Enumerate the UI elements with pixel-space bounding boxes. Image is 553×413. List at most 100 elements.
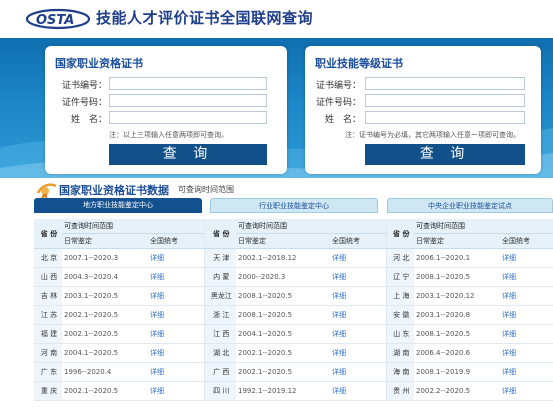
certificate-number-input[interactable] <box>109 77 267 90</box>
table-row: 北 京 2007.1--2020.3 详细天 津 2002.1--2018.12 详细河… <box>34 248 553 268</box>
detail-link[interactable]: 详细 <box>330 362 387 382</box>
province-cell: 浙 江 <box>204 305 236 325</box>
province-cell: 天 津 <box>204 248 236 268</box>
national-exam-header: 全国统考 <box>148 233 205 249</box>
detail-link[interactable]: 详细 <box>500 305 553 325</box>
detail-link[interactable]: 详细 <box>148 248 205 268</box>
province-cell: 上 海 <box>386 286 414 306</box>
province-cell: 广 东 <box>34 362 62 382</box>
svg-text:OSTA: OSTA <box>36 13 74 28</box>
detail-link[interactable]: 详细 <box>148 305 205 325</box>
province-cell: 山 西 <box>34 267 62 287</box>
province-cell: 江 西 <box>204 324 236 344</box>
province-cell: 江 苏 <box>34 305 62 325</box>
section-title: 国家职业资格证书数据 <box>59 184 169 197</box>
province-header: 省 份 <box>34 219 62 249</box>
province-header: 省 份 <box>386 219 414 249</box>
national-exam-header: 全国统考 <box>330 233 387 249</box>
detail-link[interactable]: 详细 <box>148 343 205 363</box>
site-title: 技能人才评价证书全国联网查询 <box>96 9 314 27</box>
table-subheader-row: 日常鉴定 全国统考 日常鉴定 全国统考 日常鉴定 全国统考 <box>34 233 553 249</box>
daily-range-cell: 2002.2--2020.5 <box>414 381 500 401</box>
province-cell: 四 川 <box>204 381 236 401</box>
tab-central-enterprise-pilot[interactable]: 中央企业职业技能鉴定试点 <box>387 198 553 213</box>
detail-link[interactable]: 详细 <box>148 362 205 382</box>
certificate-data-table: 省 份 可查询时间范围 省 份 可查询时间范围 省 份 可查询时间范围 日常鉴定… <box>34 219 553 401</box>
daily-range-cell: 2008.1--2020.5 <box>414 324 500 344</box>
daily-range-cell: 2006.4--2020.6 <box>414 343 500 363</box>
daily-range-cell: 2002.1--2020.5 <box>62 324 148 344</box>
province-cell: 辽 宁 <box>386 267 414 287</box>
daily-range-cell: 2004.1--2020.5 <box>62 343 148 363</box>
daily-range-cell: 1996--2020.4 <box>62 362 148 382</box>
id-number-input[interactable] <box>365 94 525 107</box>
time-range-header: 可查询时间范围 <box>236 219 387 234</box>
daily-range-cell: 2003.1--2020.5 <box>62 286 148 306</box>
query-button[interactable]: 查 询 <box>365 144 525 165</box>
certificate-number-input[interactable] <box>365 77 525 90</box>
tab-local-appraisal-center[interactable]: 地方职业技能鉴定中心 <box>34 198 202 213</box>
table-header-row: 省 份 可查询时间范围 省 份 可查询时间范围 省 份 可查询时间范围 <box>34 219 553 249</box>
province-header: 省 份 <box>204 219 236 249</box>
daily-range-cell: 2008.1--2020.5 <box>236 286 330 306</box>
province-cell: 北 京 <box>34 248 62 268</box>
name-input[interactable] <box>109 111 267 124</box>
province-cell: 黑龙江 <box>204 286 236 306</box>
daily-appraisal-header: 日常鉴定 <box>414 233 500 249</box>
daily-range-cell: 2008.1--2019.9 <box>414 362 500 382</box>
detail-link[interactable]: 详细 <box>330 286 387 306</box>
detail-link[interactable]: 详细 <box>330 324 387 344</box>
detail-link[interactable]: 详细 <box>500 324 553 344</box>
query-note: 注：证书编号为必填，其它两项输入任意一项即可查询。 <box>345 131 520 139</box>
detail-link[interactable]: 详细 <box>500 267 553 287</box>
daily-range-cell: 2000--2020.3 <box>236 267 330 287</box>
id-number-input[interactable] <box>109 94 267 107</box>
daily-range-cell: 1992.1--2019.12 <box>236 381 330 401</box>
detail-link[interactable]: 详细 <box>330 381 387 401</box>
province-cell: 贵 州 <box>386 381 414 401</box>
certificate-data-section: 国家职业资格证书数据 可查询时间范围 地方职业技能鉴定中心 行业职业技能鉴定中心… <box>32 178 553 413</box>
table-row: 江 苏 2002.1--2020.5 详细浙 江 2008.1--2020.5 详细安 … <box>34 305 553 325</box>
detail-link[interactable]: 详细 <box>330 267 387 287</box>
certificate-number-label: 证书编号： <box>315 81 361 91</box>
province-cell: 广 西 <box>204 362 236 382</box>
province-cell: 湖 北 <box>204 343 236 363</box>
query-button[interactable]: 查 询 <box>109 144 267 165</box>
detail-link[interactable]: 详细 <box>148 381 205 401</box>
province-cell: 河 南 <box>34 343 62 363</box>
tab-industry-appraisal-center[interactable]: 行业职业技能鉴定中心 <box>210 198 378 213</box>
detail-link[interactable]: 详细 <box>148 267 205 287</box>
daily-range-cell: 2002.1--2020.5 <box>236 343 330 363</box>
daily-range-cell: 2002.1--2020.5 <box>62 305 148 325</box>
daily-range-cell: 2002.1--2018.12 <box>236 248 330 268</box>
time-range-header: 可查询时间范围 <box>414 219 553 234</box>
search-banner: 国家职业资格证书 证书编号： 证件号码： 姓 名： 注：以上三项输入任意两项即可… <box>0 38 553 178</box>
detail-link[interactable]: 详细 <box>148 286 205 306</box>
province-cell: 福 建 <box>34 324 62 344</box>
detail-link[interactable]: 详细 <box>148 324 205 344</box>
detail-link[interactable]: 详细 <box>330 343 387 363</box>
table-row: 吉 林 2003.1--2020.5 详细 黑龙江 2008.1--2020.5 详细上 … <box>34 286 553 306</box>
province-cell: 海 南 <box>386 362 414 382</box>
osta-logo[interactable]: OSTA <box>24 5 96 31</box>
detail-link[interactable]: 详细 <box>500 362 553 382</box>
detail-link[interactable]: 详细 <box>500 343 553 363</box>
table-body: 北 京 2007.1--2020.3 详细天 津 2002.1--2018.12 详细河… <box>34 248 553 401</box>
daily-range-cell: 2003.1--2020.12 <box>414 286 500 306</box>
id-number-label: 证件号码： <box>61 98 107 108</box>
detail-link[interactable]: 详细 <box>330 305 387 325</box>
query-note: 注：以上三项输入任意两项即可查询。 <box>109 131 228 139</box>
name-input[interactable] <box>365 111 525 124</box>
daily-range-cell: 2003.1--2020.8 <box>414 305 500 325</box>
detail-link[interactable]: 详细 <box>330 248 387 268</box>
daily-appraisal-header: 日常鉴定 <box>236 233 330 249</box>
province-cell: 山 东 <box>386 324 414 344</box>
province-cell: 重 庆 <box>34 381 62 401</box>
daily-appraisal-header: 日常鉴定 <box>62 233 148 249</box>
detail-link[interactable]: 详细 <box>500 286 553 306</box>
table-row: 山 西 2004.3--2020.4 详细内 蒙 2000--2020.3 详细辽 宁2… <box>34 267 553 287</box>
site-header: OSTA 技能人才评价证书全国联网查询 <box>0 0 553 38</box>
detail-link[interactable]: 详细 <box>500 248 553 268</box>
detail-link[interactable]: 详细 <box>500 381 553 401</box>
national-qualification-panel: 国家职业资格证书 证书编号： 证件号码： 姓 名： 注：以上三项输入任意两项即可… <box>45 46 287 174</box>
